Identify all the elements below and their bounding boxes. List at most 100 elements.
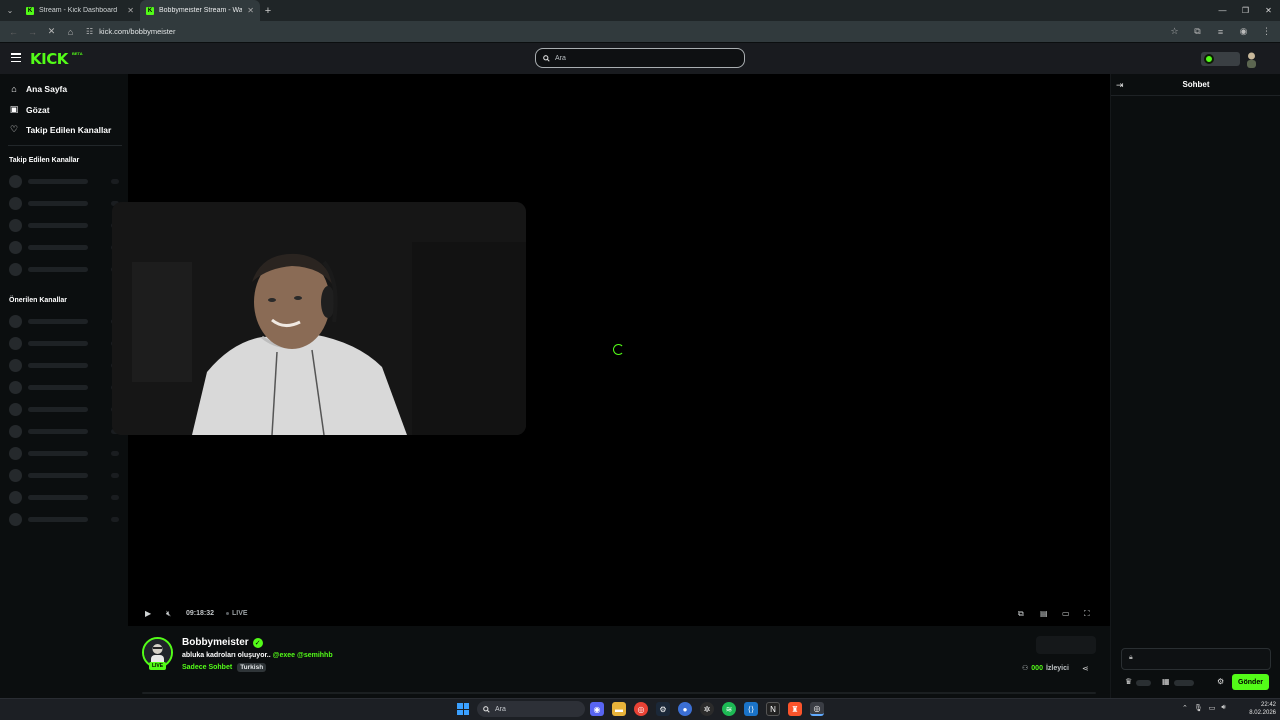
- chrome-icon[interactable]: ◎: [634, 702, 648, 716]
- sidebar-item-home[interactable]: ⌂ Ana Sayfa: [9, 84, 67, 94]
- chat-message-input[interactable]: 🔒︎: [1121, 648, 1271, 670]
- volume-icon[interactable]: 🔊︎: [1221, 704, 1225, 712]
- discord-icon[interactable]: ◉: [590, 702, 604, 716]
- browser-tab-bar: ⌄ K Stream - Kick Dashboard ✕ K Bobbymei…: [0, 0, 1280, 21]
- chat-title: Sohbet: [1182, 80, 1210, 89]
- channel-skeleton: [9, 263, 121, 276]
- taskbar-search[interactable]: Ara: [477, 701, 585, 717]
- file-explorer-icon[interactable]: ▬: [612, 702, 626, 716]
- kick-favicon-icon: K: [146, 6, 154, 15]
- openai-icon[interactable]: ✲: [700, 702, 714, 716]
- stream-title: abluka kadroları oluşuyor.. @exee @semih…: [182, 652, 333, 659]
- points-skeleton: [1174, 680, 1194, 686]
- channel-skeleton: [9, 425, 121, 438]
- recommended-channels-title: Önerilen Kanallar: [9, 297, 67, 304]
- clock-date: 8.02.2026: [1249, 710, 1276, 716]
- channel-skeleton: [9, 469, 121, 482]
- home-browser-icon[interactable]: ⌂: [61, 22, 80, 41]
- tab-search-icon[interactable]: ⌄: [0, 0, 20, 21]
- browse-icon: ▣: [9, 104, 19, 114]
- lock-icon: 🔒︎: [1129, 654, 1133, 661]
- viewer-count: ⚇ 000 İzleyici: [1022, 664, 1069, 673]
- search-input[interactable]: Ara: [535, 48, 745, 68]
- window-controls: — ❐ ✕: [1211, 0, 1280, 21]
- browser-tab-stream[interactable]: K Bobbymeister Stream - Watch L ✕: [140, 0, 260, 21]
- display-icon[interactable]: ▭: [1209, 704, 1216, 712]
- minimize-icon[interactable]: —: [1211, 0, 1234, 21]
- url-field[interactable]: ☷ kick.com/bobbymeister: [80, 23, 1165, 40]
- spotify-icon[interactable]: ≋: [722, 702, 736, 716]
- notion-icon[interactable]: N: [766, 702, 780, 716]
- chrome-active-icon[interactable]: ◎: [810, 702, 824, 716]
- user-badge-icon[interactable]: ♛: [1125, 677, 1132, 686]
- category-link[interactable]: Sadece Sohbet: [182, 664, 232, 671]
- user-avatar[interactable]: [1245, 51, 1258, 68]
- tab-close-icon[interactable]: ✕: [247, 6, 254, 15]
- language-tag[interactable]: Turkish: [237, 663, 267, 672]
- bookmark-star-icon[interactable]: ☆: [1165, 22, 1184, 41]
- steam-icon[interactable]: ⚙: [656, 702, 670, 716]
- profile-icon[interactable]: ◉: [1234, 22, 1253, 41]
- extensions-icon[interactable]: ⧉: [1188, 22, 1207, 41]
- points-icon[interactable]: ▦: [1162, 677, 1170, 686]
- menu-icon[interactable]: [11, 53, 21, 62]
- taskbar-search-placeholder: Ara: [495, 705, 506, 713]
- new-tab-icon[interactable]: +: [260, 5, 276, 17]
- viewer-count-label: İzleyici: [1045, 664, 1069, 672]
- sidebar-item-label: Takip Edilen Kanallar: [26, 124, 112, 135]
- vscode-icon[interactable]: ⟨⟩: [744, 702, 758, 716]
- theme-toggle[interactable]: [1201, 52, 1240, 66]
- loading-spinner: [613, 344, 624, 355]
- theater-mode-icon[interactable]: ▭: [1062, 609, 1070, 618]
- browser-actions: ☆ ⧉ ≡ ◉ ⋮: [1165, 22, 1276, 41]
- stream-title-mentions[interactable]: @exee @semihhb: [273, 652, 333, 659]
- streamer-name-row: Bobbymeister ✓: [182, 637, 263, 648]
- browser-menu-icon[interactable]: ⋮: [1257, 22, 1276, 41]
- system-tray: ⌃ 🎙︎ ▭ 🔊︎: [1182, 704, 1226, 712]
- fullscreen-icon[interactable]: ⛶: [1084, 609, 1090, 619]
- chat-settings-gear-icon[interactable]: ⚙: [1217, 677, 1224, 686]
- toggle-knob: [1204, 54, 1214, 64]
- close-window-icon[interactable]: ✕: [1257, 0, 1280, 21]
- site-info-icon[interactable]: ☷: [86, 27, 93, 36]
- back-icon[interactable]: ←: [4, 22, 23, 41]
- viewer-count-number: 000: [1031, 664, 1043, 672]
- verified-badge-icon: ✓: [252, 637, 263, 648]
- play-icon[interactable]: ▶: [145, 609, 151, 618]
- stop-loading-icon[interactable]: ✕: [42, 22, 61, 41]
- channel-skeleton: [9, 381, 121, 394]
- kick-logo[interactable]: KICK: [30, 50, 68, 68]
- channel-skeleton: [9, 197, 121, 210]
- tab-groups-icon[interactable]: ≡: [1211, 22, 1230, 41]
- sidebar-item-following[interactable]: ♡ Takip Edilen Kanallar: [9, 124, 111, 135]
- live-badge: LIVE: [149, 662, 166, 670]
- restore-icon[interactable]: ❐: [1234, 0, 1257, 21]
- microphone-icon[interactable]: 🎙︎: [1194, 704, 1203, 712]
- clip-icon[interactable]: ▤: [1040, 609, 1048, 618]
- sidebar-item-browse[interactable]: ▣ Gözat: [9, 104, 50, 115]
- tray-chevron-icon[interactable]: ⌃: [1182, 704, 1188, 712]
- tab-title: Bobbymeister Stream - Watch L: [159, 7, 243, 14]
- taskbar-clock[interactable]: 22:42 8.02.2026: [1240, 701, 1276, 717]
- mini-player-icon[interactable]: ⧉: [1018, 609, 1024, 619]
- stream-tags: Sadece Sohbet Turkish: [182, 663, 267, 672]
- tab-close-icon[interactable]: ✕: [127, 6, 134, 15]
- share-icon[interactable]: ⋖: [1082, 664, 1089, 673]
- url-text: kick.com/bobbymeister: [99, 27, 176, 36]
- forward-icon[interactable]: →: [23, 22, 42, 41]
- site-header: KICK BETA Ara: [0, 43, 1280, 74]
- clock-time: 22:42: [1260, 702, 1276, 708]
- channel-skeleton: [9, 337, 121, 350]
- mute-icon[interactable]: 🔇︎: [166, 609, 171, 619]
- stream-uptime: 09:18:32: [186, 610, 215, 617]
- send-button[interactable]: Gönder: [1232, 674, 1269, 690]
- app-icon[interactable]: ●: [678, 702, 692, 716]
- channel-skeleton: [9, 315, 121, 328]
- windows-start-icon[interactable]: [457, 703, 469, 715]
- channel-skeleton: [9, 403, 121, 416]
- browser-tab-dashboard[interactable]: K Stream - Kick Dashboard ✕: [20, 0, 140, 21]
- brave-icon[interactable]: ♜: [788, 702, 802, 716]
- live-indicator[interactable]: LIVE: [226, 610, 248, 617]
- streamer-name[interactable]: Bobbymeister: [182, 637, 249, 648]
- left-sidebar: ⌂ Ana Sayfa ▣ Gözat ♡ Takip Edilen Kanal…: [0, 74, 128, 700]
